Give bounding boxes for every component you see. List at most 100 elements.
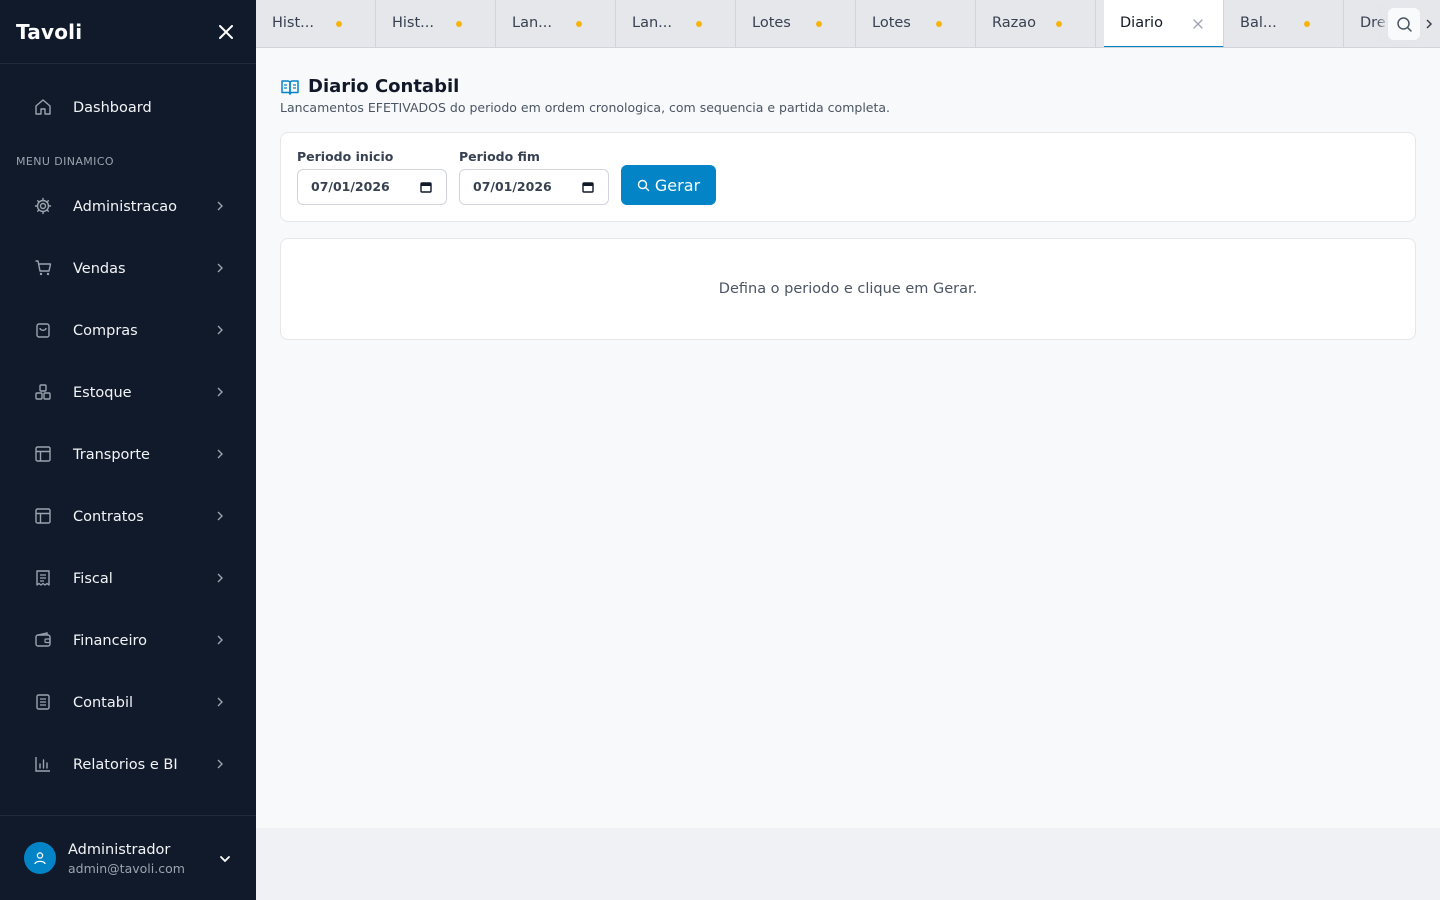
unsaved-dot-icon bbox=[936, 21, 942, 27]
period-start-input[interactable]: 07/01/2026 bbox=[297, 169, 447, 205]
shopping-bag-icon bbox=[36, 323, 50, 338]
receipt-icon bbox=[36, 570, 50, 586]
sidebar-item-label: Contratos bbox=[73, 509, 144, 525]
unsaved-dot-icon bbox=[456, 21, 462, 27]
sidebar-item-label: Dashboard bbox=[73, 100, 152, 116]
user-panel[interactable]: Administrador admin@tavoli.com bbox=[0, 815, 256, 900]
period-end-label: Periodo fim bbox=[459, 149, 540, 164]
tab-lan-1[interactable]: Lan... bbox=[496, 0, 616, 47]
tab-hist-1[interactable]: Hist... bbox=[256, 0, 376, 47]
generate-button[interactable]: Gerar bbox=[621, 165, 716, 205]
chevron-right-icon bbox=[217, 759, 223, 769]
sidebar-item-label: Administracao bbox=[73, 199, 178, 215]
tab-lan-2[interactable]: Lan... bbox=[616, 0, 736, 47]
chevron-right-icon bbox=[217, 697, 223, 707]
close-icon bbox=[219, 24, 233, 39]
cart-icon bbox=[35, 260, 52, 276]
layout-icon bbox=[35, 446, 51, 462]
user-name: Administrador bbox=[68, 842, 171, 858]
sidebar-item-administracao[interactable]: Administracao bbox=[16, 185, 240, 229]
gear-icon bbox=[34, 197, 52, 215]
sidebar-section-label: MENU DINAMICO bbox=[16, 155, 114, 168]
close-sidebar-button[interactable] bbox=[214, 20, 238, 44]
tab-label: Lotes bbox=[872, 15, 911, 31]
generate-button-label: Gerar bbox=[654, 175, 701, 195]
sidebar-item-transporte[interactable]: Transporte bbox=[16, 433, 240, 477]
tab-label: Lotes bbox=[752, 15, 791, 31]
sidebar-item-label: Estoque bbox=[73, 385, 132, 401]
sidebar-header: Tavoli bbox=[0, 0, 256, 64]
user-email: admin@tavoli.com bbox=[68, 861, 185, 876]
period-end-input[interactable]: 07/01/2026 bbox=[459, 169, 609, 205]
page-title: Diario Contabil bbox=[308, 76, 460, 97]
avatar bbox=[24, 842, 56, 874]
tab-label: Bal... bbox=[1240, 15, 1277, 31]
sidebar-item-contabil[interactable]: Contabil bbox=[16, 681, 240, 725]
notebook-icon bbox=[36, 694, 50, 710]
tab-razao[interactable]: Razao bbox=[976, 0, 1096, 47]
tab-bar: Hist... Hist... Lan... Lan... Lotes Lote… bbox=[256, 0, 1440, 48]
page-header: Diario Contabil bbox=[280, 76, 459, 97]
sidebar-item-fiscal[interactable]: Fiscal bbox=[16, 557, 240, 601]
close-icon[interactable] bbox=[1191, 17, 1205, 31]
empty-state-message: Defina o periodo e clique em Gerar. bbox=[718, 281, 978, 297]
period-start-value: 07/01/2026 bbox=[311, 179, 390, 194]
sidebar-item-contratos[interactable]: Contratos bbox=[16, 495, 240, 539]
tab-label: Hist... bbox=[272, 15, 314, 31]
sidebar-item-compras[interactable]: Compras bbox=[16, 309, 240, 353]
boxes-icon bbox=[35, 384, 51, 400]
tab-lotes-1[interactable]: Lotes bbox=[736, 0, 856, 47]
unsaved-dot-icon bbox=[696, 21, 702, 27]
chevron-right-icon bbox=[217, 511, 223, 521]
tab-label: Lan... bbox=[512, 15, 552, 31]
home-icon bbox=[35, 99, 51, 115]
sidebar-item-financeiro[interactable]: Financeiro bbox=[16, 619, 240, 663]
search-icon bbox=[1396, 16, 1412, 32]
unsaved-dot-icon bbox=[1056, 21, 1062, 27]
tab-label: Hist... bbox=[392, 15, 434, 31]
unsaved-dot-icon bbox=[816, 21, 822, 27]
main-content: Diario Contabil Lancamentos EFETIVADOS d… bbox=[256, 48, 1440, 828]
sidebar-item-relatorios-bi[interactable]: Relatorios e BI bbox=[16, 743, 240, 787]
sidebar-item-label: Transporte bbox=[73, 447, 150, 463]
tab-label: Lan... bbox=[632, 15, 672, 31]
chevron-right-icon bbox=[217, 573, 223, 583]
sidebar-item-label: Contabil bbox=[73, 695, 134, 711]
book-open-icon bbox=[281, 79, 299, 95]
chevron-right-icon bbox=[217, 449, 223, 459]
sidebar-item-label: Fiscal bbox=[73, 571, 113, 587]
sidebar-item-label: Relatorios e BI bbox=[73, 757, 178, 773]
sidebar-item-dashboard[interactable]: Dashboard bbox=[16, 86, 240, 130]
tab-diario[interactable]: Diario bbox=[1104, 0, 1224, 47]
sidebar-item-label: Financeiro bbox=[73, 633, 148, 649]
brand-logo: Tavoli bbox=[16, 19, 83, 44]
calendar-icon[interactable] bbox=[420, 181, 432, 193]
chevron-right-icon bbox=[217, 263, 223, 273]
sidebar-item-label: Vendas bbox=[73, 261, 126, 277]
sidebar-item-vendas[interactable]: Vendas bbox=[16, 247, 240, 291]
tab-label: Diario bbox=[1120, 15, 1163, 31]
chevron-right-icon bbox=[217, 201, 223, 211]
unsaved-dot-icon bbox=[1304, 21, 1310, 27]
tab-hist-2[interactable]: Hist... bbox=[376, 0, 496, 47]
tab-bal[interactable]: Bal... bbox=[1224, 0, 1344, 47]
layout-icon bbox=[35, 508, 51, 524]
sidebar: Tavoli Dashboard MENU DINAMICO Administr… bbox=[0, 0, 256, 900]
chevron-down-icon[interactable] bbox=[218, 852, 232, 866]
bar-chart-icon bbox=[35, 757, 50, 772]
tab-label: Razao bbox=[992, 15, 1037, 31]
chevron-right-icon bbox=[217, 325, 223, 335]
unsaved-dot-icon bbox=[336, 21, 342, 27]
results-panel: Defina o periodo e clique em Gerar. bbox=[280, 238, 1416, 340]
tab-lotes-2[interactable]: Lotes bbox=[856, 0, 976, 47]
chevron-right-icon bbox=[217, 387, 223, 397]
wallet-icon bbox=[35, 632, 51, 647]
chevron-right-icon[interactable] bbox=[1422, 16, 1436, 32]
unsaved-dot-icon bbox=[576, 21, 582, 27]
tab-label: Dre bbox=[1360, 15, 1386, 31]
sidebar-item-estoque[interactable]: Estoque bbox=[16, 371, 240, 415]
filter-card: Periodo inicio 07/01/2026 Periodo fim 07… bbox=[280, 132, 1416, 222]
user-icon bbox=[34, 852, 46, 865]
calendar-icon[interactable] bbox=[582, 181, 594, 193]
tab-search-button[interactable] bbox=[1388, 8, 1420, 40]
